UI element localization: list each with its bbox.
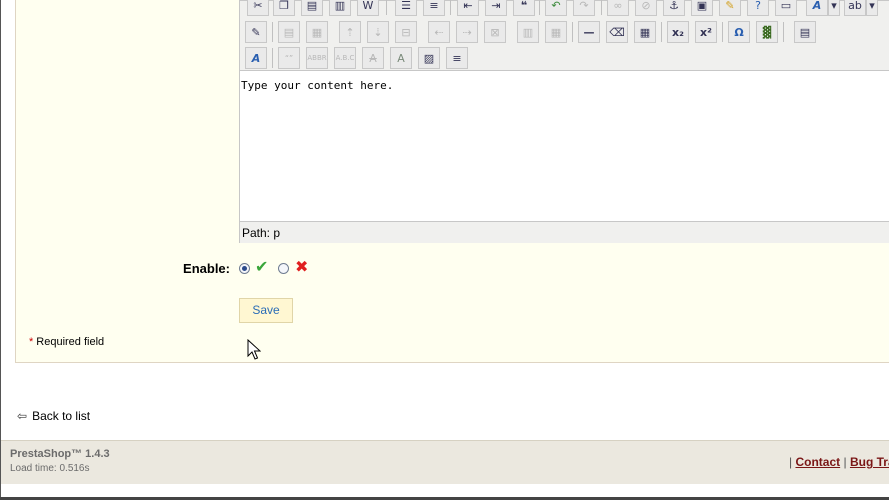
edit-css-icon[interactable]: ✎ (245, 21, 267, 43)
footer: PrestaShop™ 1.4.3 Load time: 0.516s | Co… (1, 440, 889, 484)
link-icon[interactable]: ∞ (607, 0, 629, 16)
paste-icon[interactable]: ▤ (301, 0, 323, 16)
undo-icon[interactable]: ↶ (545, 0, 567, 16)
split-cells-icon[interactable]: ▥ (517, 21, 539, 43)
outdent-icon[interactable]: ⇤ (457, 0, 479, 16)
merge-cells-icon[interactable]: ▦ (545, 21, 567, 43)
cleanup-icon[interactable]: ✎ (719, 0, 741, 16)
media-icon[interactable]: ▓ (756, 21, 778, 43)
blockquote-icon[interactable]: ❝ (513, 0, 535, 16)
help-icon[interactable]: ? (747, 0, 769, 16)
remove-format-icon[interactable]: ⌫ (606, 21, 628, 43)
editor-path-bar: Path: p (240, 221, 889, 243)
text-color-dropdown[interactable]: ▾ (828, 0, 840, 16)
acronym-icon[interactable]: A.B.C (334, 47, 356, 69)
toolbar-separator (661, 22, 662, 42)
required-star: * (29, 336, 34, 348)
anchor-icon[interactable]: ⚓ (663, 0, 685, 16)
image-icon[interactable]: ▣ (691, 0, 713, 16)
toolbar-separator (450, 0, 451, 15)
enable-yes-radio[interactable] (239, 263, 250, 274)
visual-aid-icon[interactable]: ▦ (634, 21, 656, 43)
table-cell-props-icon[interactable]: ▦ (306, 21, 328, 43)
scissors-icon[interactable]: ✂ (247, 0, 269, 16)
styles-icon[interactable]: A (245, 47, 267, 69)
paste-word-icon[interactable]: W (357, 0, 379, 16)
insert-col-before-icon[interactable]: ⇠ (428, 21, 450, 43)
cross-icon[interactable]: ✖ (295, 259, 308, 275)
table-row-props-icon[interactable]: ▤ (278, 21, 300, 43)
abbr-icon[interactable]: ABBR (306, 47, 328, 69)
attributes-icon[interactable]: ▨ (418, 47, 440, 69)
delete-text-icon[interactable]: A (362, 47, 384, 69)
footer-separator: | (789, 455, 793, 469)
special-char-icon[interactable]: Ω (728, 21, 750, 43)
toolbar-separator (722, 22, 723, 42)
editor-content-text: Type your content here. (241, 79, 394, 92)
footer-links: | Contact | Bug Trac (789, 455, 889, 469)
footer-brand: PrestaShop™ 1.4.3 (10, 448, 110, 460)
mouse-cursor-icon (247, 339, 261, 360)
back-to-list-label: Back to list (32, 409, 91, 423)
back-arrow-icon: ⇦ (17, 409, 28, 423)
editor-toolbar: ✂ ❐ ▤ ▥ W ☰ ≡ ⇤ ⇥ ❝ ↶ ↷ ∞ ⊘ ⚓ ▣ ✎ ? ▭ A … (240, 0, 889, 71)
text-color-icon[interactable]: A (806, 0, 828, 16)
window-border-left (0, 0, 1, 500)
template-icon[interactable]: ▤ (794, 21, 816, 43)
horizontal-rule-icon[interactable]: — (578, 21, 600, 43)
highlight-color-dropdown[interactable]: ▾ (866, 0, 878, 16)
required-note-text: Required field (36, 336, 105, 348)
save-button[interactable]: Save (239, 298, 293, 323)
unlink-icon[interactable]: ⊘ (635, 0, 657, 16)
toolbar-separator (272, 22, 273, 42)
subscript-icon[interactable]: x₂ (667, 21, 689, 43)
editor-path-label: Path: p (242, 226, 281, 240)
bug-tracker-link[interactable]: Bug Trac (850, 455, 889, 469)
contact-link[interactable]: Contact (795, 455, 840, 469)
delete-col-icon[interactable]: ⊠ (484, 21, 506, 43)
delete-row-icon[interactable]: ⊟ (395, 21, 417, 43)
required-field-note: * Required field (29, 336, 104, 348)
redo-icon[interactable]: ↷ (573, 0, 595, 16)
indent-icon[interactable]: ⇥ (485, 0, 507, 16)
paste-text-icon[interactable]: ▥ (329, 0, 351, 16)
footer-load-time: Load time: 0.516s (10, 463, 90, 474)
toolbar-separator (783, 22, 784, 42)
bullet-list-icon[interactable]: ☰ (395, 0, 417, 16)
highlight-color-icon[interactable]: ab (844, 0, 866, 16)
insert-row-before-icon[interactable]: ⇡ (339, 21, 361, 43)
toolbar-separator (572, 22, 573, 42)
enable-label: Enable: (183, 261, 230, 276)
toolbar-separator (272, 48, 273, 68)
code-icon[interactable]: ▭ (775, 0, 797, 16)
superscript-icon[interactable]: x² (695, 21, 717, 43)
copy-icon[interactable]: ❐ (273, 0, 295, 16)
insert-text-icon[interactable]: A (390, 47, 412, 69)
toolbar-separator (386, 0, 387, 15)
enable-no-radio[interactable] (278, 263, 289, 274)
non-breaking-icon[interactable]: ≡ (446, 47, 468, 69)
editor-content-area[interactable]: Type your content here. (240, 71, 889, 221)
insert-col-after-icon[interactable]: ⇢ (456, 21, 478, 43)
back-to-list-link[interactable]: ⇦ Back to list (17, 409, 90, 423)
toolbar-separator (539, 0, 540, 15)
check-icon[interactable]: ✔ (255, 259, 268, 275)
rich-text-editor: ✂ ❐ ▤ ▥ W ☰ ≡ ⇤ ⇥ ❝ ↶ ↷ ∞ ⊘ ⚓ ▣ ✎ ? ▭ A … (239, 0, 889, 243)
cite-icon[interactable]: “” (278, 47, 300, 69)
insert-row-after-icon[interactable]: ⇣ (367, 21, 389, 43)
toolbar-separator (601, 0, 602, 15)
numbered-list-icon[interactable]: ≡ (423, 0, 445, 16)
footer-separator: | (843, 455, 847, 469)
